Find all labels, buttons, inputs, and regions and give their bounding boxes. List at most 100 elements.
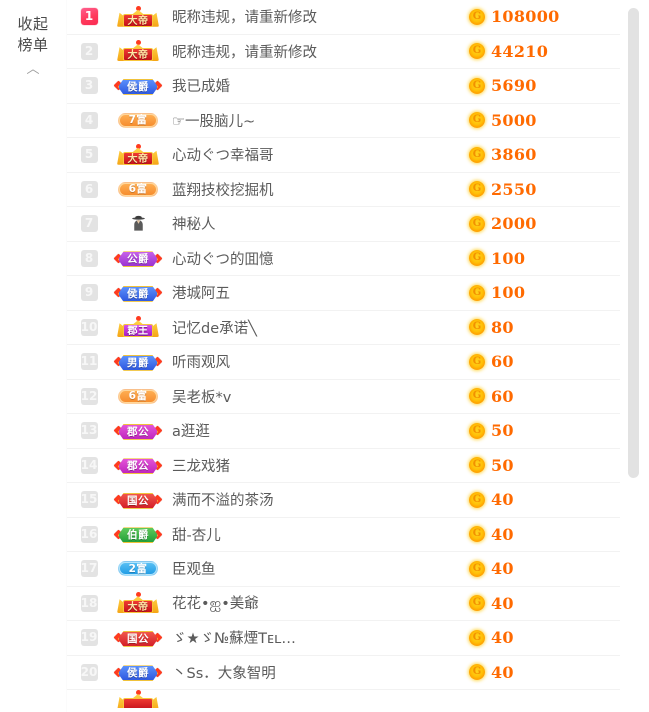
user-nickname[interactable]: 心动ぐつ幸福哥 (170, 144, 469, 165)
gift-ranking-panel: 收起 榜单 ︿ 1 大帝 昵称违规，请重新修改 108000 2 大帝 昵称违规，请重新修改… (0, 0, 649, 712)
user-nickname[interactable]: 昵称违规，请重新修改 (170, 6, 469, 27)
user-nickname[interactable]: ☞一股脑儿~ (170, 110, 469, 131)
crown-badge: 大帝 (114, 40, 162, 62)
crown-badge: 大帝 (114, 143, 162, 166)
scrollbar-thumb[interactable] (628, 8, 639, 478)
user-nickname[interactable]: 神秘人 (170, 213, 469, 234)
rank-number: 6 (80, 180, 98, 198)
gold-coin-icon (469, 250, 485, 267)
user-nickname[interactable]: 甜-杏儿 (170, 524, 469, 545)
gift-amount: 100 (491, 283, 526, 303)
user-nickname[interactable]: 昵称违规，请重新修改 (170, 41, 469, 62)
gift-amount: 60 (491, 352, 514, 372)
ranking-row[interactable]: 14 郡公三龙戏猪 50 (67, 448, 649, 483)
gift-amount: 100 (491, 248, 526, 268)
ranking-row[interactable]: 12 6富吴老板*v 60 (67, 379, 649, 414)
user-badge-cell: 大帝 (106, 143, 170, 166)
ranking-row[interactable] (67, 690, 649, 708)
rank-number: 18 (80, 594, 98, 612)
gold-coin-icon (469, 664, 485, 681)
ranking-row[interactable]: 18 大帝 花花•ஐ•美爺 40 (67, 586, 649, 621)
rank-cell: 10 (72, 318, 106, 336)
rank-number: 5 (80, 146, 98, 164)
collapse-ranking-sidebar[interactable]: 收起 榜单 ︿ (0, 0, 66, 712)
ranking-row[interactable]: 1 大帝 昵称违规，请重新修改 108000 (67, 0, 649, 35)
ranking-row[interactable]: 3 侯爵我已成婚 5690 (67, 69, 649, 104)
ranking-row[interactable]: 13 郡公 a逛逛 50 (67, 414, 649, 449)
rank-number: 2 (80, 42, 98, 60)
ranking-row[interactable]: 9 侯爵港城阿五 100 (67, 276, 649, 311)
user-nickname[interactable]: 吴老板*v (170, 386, 469, 407)
ranking-row[interactable]: 2 大帝 昵称违规，请重新修改 44210 (67, 34, 649, 69)
gift-amount: 40 (491, 524, 514, 544)
gold-coin-icon (469, 215, 485, 232)
gold-coin-icon (469, 146, 485, 163)
wealth-badge: 7富 (118, 112, 158, 128)
noble-badge: 侯爵 (113, 284, 163, 302)
badge-text: 大帝 (123, 600, 153, 614)
gift-amount: 108000 (491, 7, 560, 27)
ranking-row[interactable]: 17 2富臣观鱼 40 (67, 552, 649, 587)
ranking-row[interactable]: 16 伯爵甜-杏儿 40 (67, 517, 649, 552)
user-nickname[interactable]: 花花•ஐ•美爺 (170, 592, 469, 614)
rank-number: 9 (80, 284, 98, 302)
ranking-row[interactable]: 19 国公ゞ★ゞ№蘇煙Tᴇʟ… 40 (67, 621, 649, 656)
gift-amount: 40 (491, 559, 514, 579)
gold-coin-icon (469, 560, 485, 577)
ranking-row[interactable]: 10 郡王 记忆de承诺╲ 80 (67, 310, 649, 345)
rank-cell: 1 (72, 8, 106, 26)
ranking-list[interactable]: 1大帝昵称违规，请重新修改1080002大帝昵称违规，请重新修改442103侯爵… (66, 0, 649, 712)
rank-number: 15 (80, 491, 98, 509)
user-badge-cell: 郡公 (106, 456, 170, 475)
mystery-user-icon (130, 215, 147, 232)
rank-number: 11 (80, 353, 98, 371)
gold-coin-icon (469, 457, 485, 474)
user-nickname[interactable]: 港城阿五 (170, 282, 469, 303)
gift-amount: 40 (491, 662, 514, 682)
user-badge-cell: 国公 (106, 491, 170, 509)
ranking-row[interactable]: 20 侯爵丶Ss．大象智明 40 (67, 655, 649, 690)
wealth-badge: 2富 (118, 561, 158, 577)
ranking-row[interactable]: 6 6富蓝翔技校挖掘机 2550 (67, 172, 649, 207)
user-nickname[interactable]: 满而不溢的茶汤 (170, 489, 469, 510)
user-nickname[interactable]: 蓝翔技校挖掘机 (170, 179, 469, 200)
rank-cell: 3 (72, 77, 106, 95)
user-badge-cell (106, 215, 170, 232)
user-nickname[interactable]: 我已成婚 (170, 75, 469, 96)
user-nickname[interactable]: a逛逛 (170, 420, 469, 441)
rank-number: 4 (80, 111, 98, 129)
ranking-row[interactable]: 4 7富 ☞一股脑儿~ 5000 (67, 103, 649, 138)
badge-text: 侯爵 (118, 665, 158, 682)
rank-number: 3 (80, 77, 98, 95)
ranking-row[interactable]: 5 大帝 心动ぐつ幸福哥 3860 (67, 138, 649, 173)
user-nickname[interactable]: ゞ★ゞ№蘇煙Tᴇʟ… (170, 627, 469, 648)
ranking-row[interactable]: 7 神秘人 2000 (67, 207, 649, 242)
gold-coin-icon (469, 181, 485, 198)
chevron-up-icon[interactable]: ︿ (0, 62, 66, 75)
rank-cell: 12 (72, 387, 106, 405)
vertical-scrollbar[interactable] (620, 0, 649, 712)
badge-text: 大帝 (123, 48, 153, 62)
user-nickname[interactable]: 听雨观风 (170, 351, 469, 372)
user-nickname[interactable]: 心动ぐつ的囬憶 (170, 248, 469, 269)
ranking-row[interactable]: 11 男爵听雨观风 60 (67, 345, 649, 380)
gold-coin-icon (469, 422, 485, 439)
user-nickname[interactable]: 记忆de承诺╲ (170, 317, 469, 338)
noble-badge: 侯爵 (113, 663, 163, 682)
rank-cell: 13 (72, 422, 106, 440)
user-nickname[interactable]: 丶Ss．大象智明 (170, 662, 469, 683)
rank-number: 16 (80, 525, 98, 543)
ranking-row[interactable]: 8 公爵心动ぐつ的囬憶 100 (67, 241, 649, 276)
gift-amount: 2550 (491, 179, 537, 199)
user-nickname[interactable]: 臣观鱼 (170, 558, 469, 579)
rank-number: 8 (80, 249, 98, 267)
gift-amount: 44210 (491, 41, 549, 61)
rank-cell: 16 (72, 525, 106, 543)
collapse-ranking-label[interactable]: 收起 榜单 (0, 14, 66, 56)
user-nickname[interactable]: 三龙戏猪 (170, 455, 469, 476)
user-badge-cell: 6富 (106, 388, 170, 404)
gift-amount: 40 (491, 593, 514, 613)
user-badge-cell: 男爵 (106, 353, 170, 371)
crown-badge: 郡王 (114, 316, 162, 338)
ranking-row[interactable]: 15 国公满而不溢的茶汤 40 (67, 483, 649, 518)
